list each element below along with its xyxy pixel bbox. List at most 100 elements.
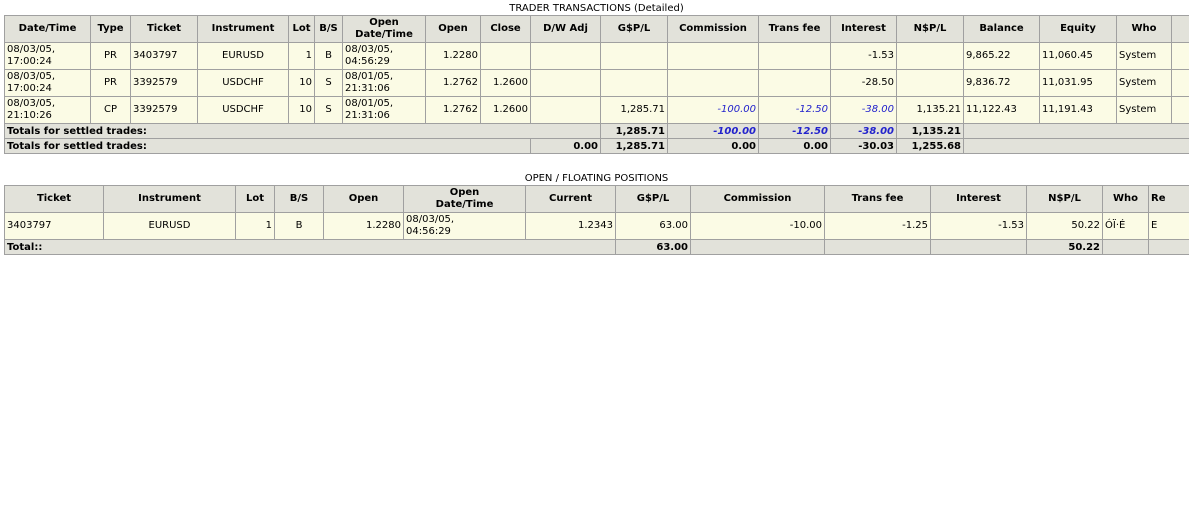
col-header[interactable]: Ticket — [4, 185, 104, 213]
table-cell: 3403797 — [130, 42, 198, 70]
table-cell: B — [314, 42, 343, 70]
table-cell: B — [274, 212, 324, 240]
table-row[interactable]: 08/03/05, 21:10:26 CP 3392579 USDCHF 10 S 08/0… — [4, 96, 1189, 124]
col-header[interactable]: Balance — [963, 15, 1040, 43]
trader-header-row: Date/Time Type Ticket Instrument Lot B/S… — [4, 15, 1189, 43]
table-cell: ÓÏ·É — [1102, 212, 1149, 240]
table-cell: S — [314, 69, 343, 97]
col-header[interactable]: Open Date/Time — [342, 15, 426, 43]
table-cell: 08/03/05, 17:00:24 — [4, 69, 91, 97]
col-header[interactable]: Instrument — [103, 185, 236, 213]
col-header[interactable]: G$P/L — [600, 15, 668, 43]
col-header[interactable]: Interest — [830, 15, 897, 43]
col-header[interactable]: B/S — [314, 15, 343, 43]
table-cell: 11,122.43 — [963, 96, 1040, 124]
col-header[interactable]: Trans fee — [824, 185, 931, 213]
col-header[interactable]: B/S — [274, 185, 324, 213]
col-header[interactable]: Type — [90, 15, 131, 43]
table-cell: 1.2600 — [480, 69, 531, 97]
col-header[interactable]: Who — [1102, 185, 1149, 213]
table-cell — [896, 69, 964, 97]
table-cell: 08/03/05, 17:00:24 — [4, 42, 91, 70]
col-header[interactable]: Who — [1116, 15, 1172, 43]
col-header[interactable]: Lot — [235, 185, 275, 213]
table-cell — [758, 69, 831, 97]
table-cell: 1.2280 — [323, 212, 404, 240]
table-cell: 1,285.71 — [600, 138, 668, 154]
totals-row: Totals for settled trades: 1,285.71 -100.0… — [4, 123, 1189, 139]
table-cell: 1 — [288, 42, 315, 70]
table-cell: 0.00 — [667, 138, 759, 154]
table-cell: 50.22 — [1026, 239, 1103, 255]
table-cell: -38.00 — [830, 123, 897, 139]
table-cell — [530, 69, 601, 97]
table-cell: EURUSD — [103, 212, 236, 240]
table-cell: 1.2762 — [425, 69, 481, 97]
table-cell — [1171, 96, 1189, 124]
table-cell: System — [1116, 69, 1172, 97]
col-header[interactable]: N$P/L — [896, 15, 964, 43]
table-row[interactable]: 08/03/05, 17:00:24 PR 3392579 USDCHF 10 S 08/0… — [4, 69, 1189, 97]
totals-row: Totals for settled trades: 0.00 1,285.71 0.… — [4, 138, 1189, 154]
col-header[interactable]: Re — [1148, 185, 1189, 213]
table-cell — [667, 69, 759, 97]
col-header[interactable]: Equity — [1039, 15, 1117, 43]
table-cell: System — [1116, 96, 1172, 124]
table-cell — [1171, 69, 1189, 97]
table-cell: 1.2762 — [425, 96, 481, 124]
col-header[interactable]: Ticket — [130, 15, 198, 43]
col-header[interactable]: Instrument — [197, 15, 289, 43]
col-header[interactable]: Commission — [690, 185, 825, 213]
table-row[interactable]: 08/03/05, 17:00:24 PR 3403797 EURUSD 1 B 08/03… — [4, 42, 1189, 70]
table-row[interactable]: 3403797 EURUSD 1 B 1.2280 08/03/05, 04:56:29 1… — [4, 212, 1189, 240]
table-cell: -28.50 — [830, 69, 897, 97]
open-header-row: Ticket Instrument Lot B/S Open Open Date… — [4, 185, 1189, 213]
table-cell: 1 — [235, 212, 275, 240]
table-cell: USDCHF — [197, 96, 289, 124]
col-header[interactable]: Open Date/Time — [403, 185, 526, 213]
col-header[interactable]: Commission — [667, 15, 759, 43]
trader-transactions-caption: TRADER TRANSACTIONS (Detailed) — [509, 3, 684, 14]
table-cell — [963, 123, 1189, 139]
col-header[interactable]: Lot — [288, 15, 315, 43]
table-cell: S — [314, 96, 343, 124]
table-cell: 08/01/05, 21:31:06 — [342, 96, 426, 124]
table-cell: 1,135.21 — [896, 96, 964, 124]
table-cell: 1,255.68 — [896, 138, 964, 154]
table-cell: -10.00 — [690, 212, 825, 240]
col-header[interactable]: Close — [480, 15, 531, 43]
table-cell — [530, 96, 601, 124]
table-cell: -1.25 — [824, 212, 931, 240]
table-cell: 11,191.43 — [1039, 96, 1117, 124]
table-cell: 11,060.45 — [1039, 42, 1117, 70]
table-cell: 63.00 — [615, 212, 691, 240]
col-header[interactable]: Current — [525, 185, 616, 213]
table-cell: -12.50 — [758, 123, 831, 139]
col-header[interactable]: Interest — [930, 185, 1027, 213]
col-header-overflow — [1171, 15, 1189, 43]
col-header[interactable]: Date/Time — [4, 15, 91, 43]
table-cell: 3392579 — [130, 69, 198, 97]
table-cell: 9,865.22 — [963, 42, 1040, 70]
open-positions-caption: OPEN / FLOATING POSITIONS — [524, 173, 669, 184]
table-cell — [480, 42, 531, 70]
table-cell — [824, 239, 931, 255]
table-cell: -100.00 — [667, 123, 759, 139]
table-cell — [758, 42, 831, 70]
table-cell — [1148, 239, 1189, 255]
table-cell: -38.00 — [830, 96, 897, 124]
col-header[interactable]: Open — [323, 185, 404, 213]
totals-label: Total:: — [4, 239, 616, 255]
table-cell: 3392579 — [130, 96, 198, 124]
table-cell: 1.2280 — [425, 42, 481, 70]
col-header[interactable]: G$P/L — [615, 185, 691, 213]
table-cell: 63.00 — [615, 239, 691, 255]
table-cell — [1171, 42, 1189, 70]
table-cell: 08/03/05, 04:56:29 — [403, 212, 526, 240]
col-header[interactable]: Open — [425, 15, 481, 43]
col-header[interactable]: N$P/L — [1026, 185, 1103, 213]
table-cell: CP — [90, 96, 131, 124]
table-cell: 1,135.21 — [896, 123, 964, 139]
col-header[interactable]: D/W Adj — [530, 15, 601, 43]
col-header[interactable]: Trans fee — [758, 15, 831, 43]
